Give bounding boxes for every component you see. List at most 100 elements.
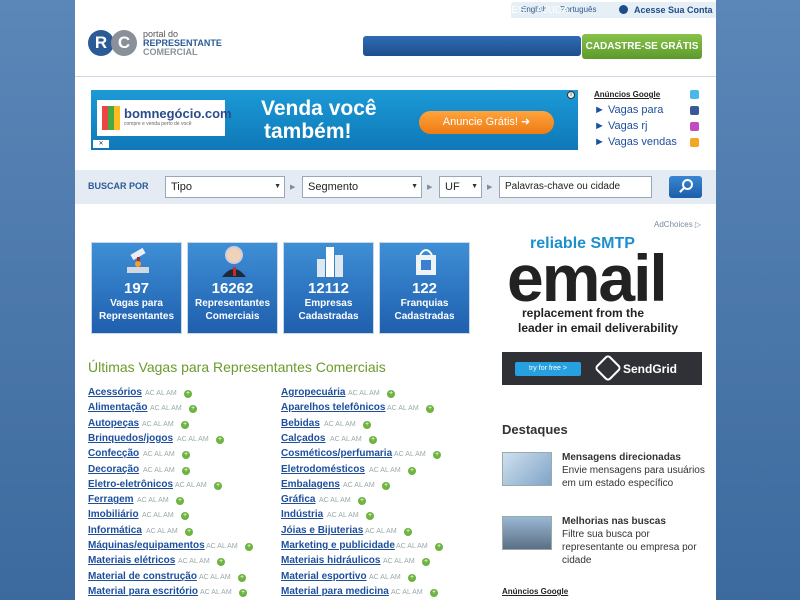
plus-icon[interactable]: +	[358, 497, 366, 506]
uf-tags[interactable]: AC AL AM	[143, 451, 175, 458]
vaga-link[interactable]: Autopeças	[88, 418, 139, 429]
vaga-link[interactable]: Embalagens	[281, 479, 340, 490]
stat-representantes[interactable]: 16262 Representantes Comerciais	[187, 242, 278, 334]
gear-icon[interactable]	[619, 5, 628, 14]
plus-icon[interactable]: +	[382, 481, 390, 490]
uf-tags[interactable]: AC AL AM	[369, 467, 401, 474]
ad-link-vagas-vendas[interactable]: ► Vagas vendas	[594, 136, 677, 148]
uf-tags[interactable]: AC AL AM	[142, 512, 174, 519]
nav-home[interactable]: HOME	[376, 5, 406, 16]
nav-ajuda[interactable]: AJUDA	[536, 5, 569, 16]
destaque-title[interactable]: Mensagens direcionadas	[562, 452, 681, 463]
stat-franquias[interactable]: 122 Franquias Cadastradas	[379, 242, 470, 334]
vaga-link[interactable]: Imobiliário	[88, 509, 139, 520]
vaga-link[interactable]: Alimentação	[88, 402, 147, 413]
uf-tags[interactable]: AC AL AM	[175, 482, 207, 489]
vaga-link[interactable]: Confecção	[88, 448, 139, 459]
uf-select[interactable]: UF ▼	[439, 176, 482, 198]
plus-icon[interactable]: +	[408, 466, 416, 475]
vaga-link[interactable]: Indústria	[281, 509, 323, 520]
vaga-link[interactable]: Informática	[88, 525, 142, 536]
map-thumbnail[interactable]	[502, 452, 552, 486]
plus-icon[interactable]: +	[184, 390, 192, 398]
plus-icon[interactable]: +	[238, 573, 246, 582]
facebook-icon[interactable]	[690, 106, 699, 115]
signup-button[interactable]: CADASTRE-SE GRÁTIS	[582, 34, 702, 59]
vaga-link[interactable]: Bebidas	[281, 418, 320, 429]
uf-tags[interactable]: AC AL AM	[327, 512, 359, 519]
vaga-link[interactable]: Calçados	[281, 433, 325, 444]
uf-tags[interactable]: AC AL AM	[178, 558, 210, 565]
stat-vagas[interactable]: 197 Vagas para Representantes	[91, 242, 182, 334]
destaque-title[interactable]: Melhorias nas buscas	[562, 516, 666, 527]
vaga-link[interactable]: Brinquedos/jogos	[88, 433, 173, 444]
uf-tags[interactable]: AC AL AM	[324, 421, 356, 428]
plus-icon[interactable]: +	[214, 481, 222, 490]
uf-tags[interactable]: AC AL AM	[383, 558, 415, 565]
uf-tags[interactable]: AC AL AM	[343, 482, 375, 489]
ad-link-vagas-para[interactable]: ► Vagas para	[594, 104, 663, 116]
plus-icon[interactable]: +	[217, 558, 225, 567]
keywords-input[interactable]: Palavras-chave ou cidade	[499, 176, 652, 198]
banner-cta-button[interactable]: Anuncie Grátis! ➜	[419, 111, 554, 134]
login-link[interactable]: Acesse Sua Conta	[634, 5, 713, 15]
uf-tags[interactable]: AC AL AM	[387, 405, 419, 412]
vaga-link[interactable]: Eletrodomésticos	[281, 464, 365, 475]
nav-listas[interactable]: LISTAS	[418, 5, 452, 16]
uf-tags[interactable]: AC AL AM	[199, 574, 231, 581]
uf-tags[interactable]: AC AL AM	[142, 421, 174, 428]
plus-icon[interactable]: +	[363, 420, 371, 429]
uf-tags[interactable]: AC AL AM	[348, 390, 380, 397]
vaga-link[interactable]: Materiais elétricos	[88, 555, 175, 566]
plus-icon[interactable]: +	[433, 451, 441, 460]
plus-icon[interactable]: +	[181, 512, 189, 521]
adchoices-link[interactable]: AdChoices ▷	[654, 220, 701, 229]
rss-icon[interactable]	[690, 138, 699, 147]
plus-icon[interactable]: +	[189, 405, 197, 414]
google-ads-bottom[interactable]: Anúncios Google	[502, 587, 568, 596]
plus-icon[interactable]: +	[176, 497, 184, 506]
uf-tags[interactable]: AC AL AM	[150, 405, 182, 412]
plus-icon[interactable]: +	[369, 435, 377, 444]
vaga-link[interactable]: Material esportivo	[281, 571, 367, 582]
vaga-link[interactable]: Máquinas/equipamentos	[88, 540, 205, 551]
vaga-link[interactable]: Material para escritório	[88, 586, 198, 597]
twitter-icon[interactable]	[690, 90, 699, 99]
uf-tags[interactable]: AC AL AM	[330, 436, 362, 443]
vaga-link[interactable]: Cosméticos/perfumaria	[281, 448, 392, 459]
uf-tags[interactable]: AC AL AM	[206, 543, 238, 550]
close-icon[interactable]: ✕	[93, 140, 109, 148]
vaga-link[interactable]: Material de construção	[88, 571, 197, 582]
vaga-link[interactable]: Agropecuária	[281, 387, 345, 398]
vaga-link[interactable]: Jóias e Bijuterias	[281, 525, 363, 536]
google-ads-title[interactable]: Anúncios Google	[594, 90, 660, 99]
uf-tags[interactable]: AC AL AM	[396, 543, 428, 550]
plus-icon[interactable]: +	[408, 573, 416, 582]
uf-tags[interactable]: AC AL AM	[394, 451, 426, 458]
vaga-link[interactable]: Decoração	[88, 464, 139, 475]
uf-tags[interactable]: AC AL AM	[143, 467, 175, 474]
uf-tags[interactable]: AC AL AM	[146, 528, 178, 535]
plus-icon[interactable]: +	[430, 588, 438, 597]
plus-icon[interactable]: +	[182, 466, 190, 475]
plus-icon[interactable]: +	[216, 435, 224, 444]
uf-tags[interactable]: AC AL AM	[200, 589, 232, 596]
logo-c-circle[interactable]: C	[111, 30, 137, 56]
uf-tags[interactable]: AC AL AM	[137, 497, 169, 504]
orkut-icon[interactable]	[690, 122, 699, 131]
plus-icon[interactable]: +	[426, 405, 434, 414]
plus-icon[interactable]: +	[422, 558, 430, 567]
vaga-link[interactable]: Materiais hidráulicos	[281, 555, 380, 566]
vaga-link[interactable]: Gráfica	[281, 494, 315, 505]
ad-email-word[interactable]: email	[507, 240, 668, 316]
uf-tags[interactable]: AC AL AM	[365, 528, 397, 535]
vaga-link[interactable]: Material para medicina	[281, 586, 389, 597]
stat-empresas[interactable]: 12112 Empresas Cadastradas	[283, 242, 374, 334]
nav-utilidades[interactable]: UTILIDADES	[466, 5, 525, 16]
plus-icon[interactable]: +	[245, 543, 253, 551]
vaga-link[interactable]: Aparelhos telefônicos	[281, 402, 385, 413]
plus-icon[interactable]: +	[366, 512, 374, 521]
vaga-link[interactable]: Acessórios	[88, 387, 142, 398]
uf-tags[interactable]: AC AL AM	[319, 497, 351, 504]
plus-icon[interactable]: +	[435, 543, 443, 551]
